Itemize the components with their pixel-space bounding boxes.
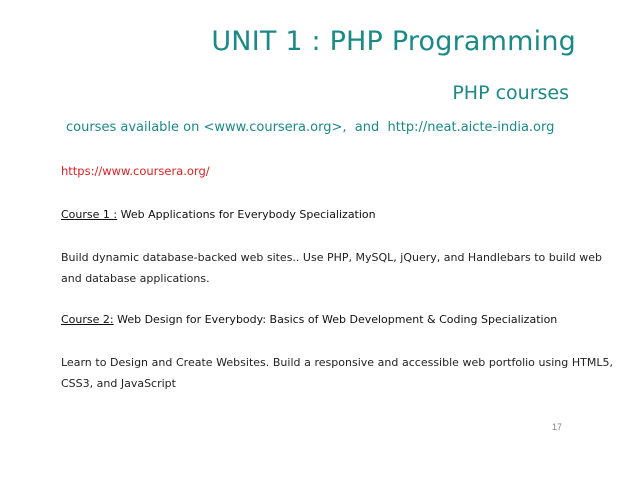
course-1-label: Course 1 : — [61, 208, 118, 221]
slide: UNIT 1 : PHP Programming PHP courses cou… — [0, 0, 638, 479]
slide-title: UNIT 1 : PHP Programming — [211, 26, 576, 57]
coursera-link[interactable]: https://www.coursera.org/ — [61, 164, 210, 178]
course-1-name: Web Applications for Everybody Specializ… — [117, 208, 376, 221]
course-2-name: Web Design for Everybody: Basics of Web … — [113, 313, 558, 326]
course-2-label: Course 2: — [61, 313, 114, 326]
course-1-description: Build dynamic database-backed web sites.… — [61, 251, 603, 285]
page-number: 17 — [552, 422, 563, 432]
course-1-heading: Course 1 : Web Applications for Everybod… — [61, 208, 376, 221]
slide-subtitle: PHP courses — [452, 82, 569, 104]
availability-line: courses available on <www.coursera.org>,… — [66, 120, 554, 135]
course-2-heading: Course 2: Web Design for Everybody: Basi… — [61, 313, 557, 326]
course-2-description: Learn to Design and Create Websites. Bui… — [61, 356, 613, 390]
availability-text: courses available on <www.coursera.org>,… — [66, 120, 555, 135]
